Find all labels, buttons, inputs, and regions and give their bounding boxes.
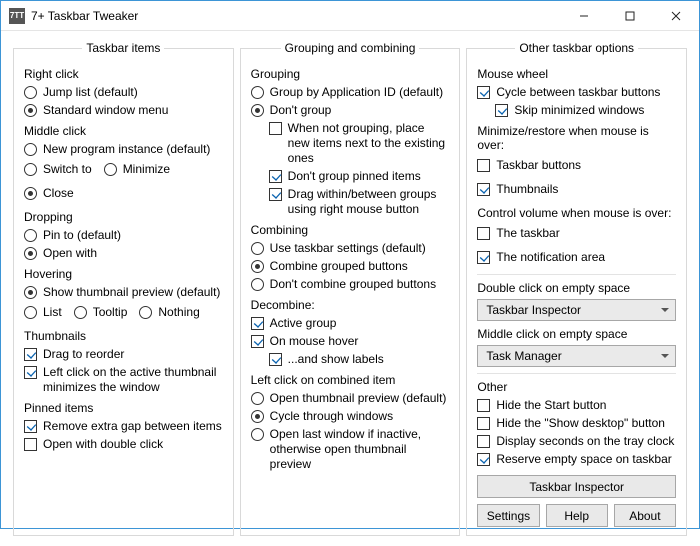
app-icon: 7TT (9, 8, 25, 24)
dropping-open-with-radio[interactable]: Open with (24, 246, 223, 261)
titlebar: 7TT 7+ Taskbar Tweaker (1, 1, 699, 31)
pinned-remove-gap-check[interactable]: Remove extra gap between items (24, 419, 223, 434)
leftclick-cycle-radio[interactable]: Cycle through windows (251, 409, 450, 424)
middle-click-value: Task Manager (486, 349, 561, 363)
window-title: 7+ Taskbar Tweaker (31, 9, 561, 23)
maximize-window-button[interactable] (607, 1, 653, 31)
other-tray-seconds-check[interactable]: Display seconds on the tray clock (477, 434, 676, 449)
thumbnails-drag-reorder-check[interactable]: Drag to reorder (24, 347, 223, 362)
grouping-dont-group-pinned-check[interactable]: Don't group pinned items (269, 169, 450, 184)
right-click-label: Right click (24, 67, 223, 81)
leftclick-combined-label: Left click on combined item (251, 373, 450, 387)
leftclick-open-thumb-radio[interactable]: Open thumbnail preview (default) (251, 391, 450, 406)
taskbar-inspector-button[interactable]: Taskbar Inspector (477, 475, 676, 498)
wheel-cycle-check[interactable]: Cycle between taskbar buttons (477, 85, 676, 100)
middle-click-new-instance-radio[interactable]: New program instance (default) (24, 142, 223, 157)
middle-click-minimize-radio[interactable]: Minimize (104, 162, 170, 177)
double-click-label: Double click on empty space (477, 281, 676, 295)
grouping-label: Grouping (251, 67, 450, 81)
volume-taskbar-check[interactable]: The taskbar (477, 226, 559, 241)
dropping-pin-to-radio[interactable]: Pin to (default) (24, 228, 223, 243)
chevron-down-icon (661, 308, 669, 312)
decombine-label: Decombine: (251, 298, 450, 312)
hovering-tooltip-radio[interactable]: Tooltip (74, 305, 128, 320)
hovering-nothing-radio[interactable]: Nothing (139, 305, 199, 320)
middle-click-switch-to-radio[interactable]: Switch to (24, 162, 92, 177)
middle-click-label: Middle click (24, 124, 223, 138)
minrestore-taskbar-buttons-check[interactable]: Taskbar buttons (477, 158, 581, 173)
grouping-drag-between-check[interactable]: Drag within/between groups using right m… (269, 187, 450, 217)
chevron-down-icon (661, 354, 669, 358)
leftclick-open-last-radio[interactable]: Open last window if inactive, otherwise … (251, 427, 450, 472)
decombine-show-labels-check[interactable]: ...and show labels (269, 352, 450, 367)
wheel-skip-min-check[interactable]: Skip minimized windows (495, 103, 676, 118)
combining-use-taskbar-radio[interactable]: Use taskbar settings (default) (251, 241, 450, 256)
grouping-dont-group-radio[interactable]: Don't group (251, 103, 450, 118)
hovering-label: Hovering (24, 267, 223, 281)
grouping-combining-legend: Grouping and combining (281, 41, 420, 55)
other-options-group: Other taskbar options Mouse wheel Cycle … (466, 41, 687, 536)
settings-button[interactable]: Settings (477, 504, 539, 527)
pinned-open-double-check[interactable]: Open with double click (24, 437, 223, 452)
other-options-legend: Other taskbar options (515, 41, 638, 55)
hovering-thumb-preview-radio[interactable]: Show thumbnail preview (default) (24, 285, 223, 300)
decombine-on-hover-check[interactable]: On mouse hover (251, 334, 450, 349)
mouse-wheel-label: Mouse wheel (477, 67, 676, 81)
grouping-place-next-check[interactable]: When not grouping, place new items next … (269, 121, 450, 166)
grouping-combining-group: Grouping and combining Grouping Group by… (240, 41, 461, 536)
other-hide-desktop-check[interactable]: Hide the "Show desktop" button (477, 416, 676, 431)
about-button[interactable]: About (614, 504, 676, 527)
middle-click-dropdown[interactable]: Task Manager (477, 345, 676, 367)
middle-click-empty-label: Middle click on empty space (477, 327, 676, 341)
volume-notification-check[interactable]: The notification area (477, 250, 605, 265)
hovering-list-radio[interactable]: List (24, 305, 62, 320)
other-reserve-space-check[interactable]: Reserve empty space on taskbar (477, 452, 676, 467)
minimize-window-button[interactable] (561, 1, 607, 31)
minimize-restore-label: Minimize/restore when mouse is over: (477, 124, 676, 152)
middle-click-close-radio[interactable]: Close (24, 186, 74, 201)
control-volume-label: Control volume when mouse is over: (477, 206, 676, 220)
double-click-dropdown[interactable]: Taskbar Inspector (477, 299, 676, 321)
help-button[interactable]: Help (546, 504, 608, 527)
app-window: 7TT 7+ Taskbar Tweaker Taskbar items Rig… (0, 0, 700, 529)
combining-dont-combine-radio[interactable]: Don't combine grouped buttons (251, 277, 450, 292)
close-window-button[interactable] (653, 1, 699, 31)
combining-label: Combining (251, 223, 450, 237)
other-hide-start-check[interactable]: Hide the Start button (477, 398, 676, 413)
double-click-value: Taskbar Inspector (486, 303, 581, 317)
right-click-jump-list-radio[interactable]: Jump list (default) (24, 85, 223, 100)
other-label: Other (477, 380, 676, 394)
dropping-label: Dropping (24, 210, 223, 224)
right-click-standard-menu-radio[interactable]: Standard window menu (24, 103, 223, 118)
thumbnails-label: Thumbnails (24, 329, 223, 343)
thumbnails-leftclick-min-check[interactable]: Left click on the active thumbnail minim… (24, 365, 223, 395)
pinned-label: Pinned items (24, 401, 223, 415)
combining-combine-grouped-radio[interactable]: Combine grouped buttons (251, 259, 450, 274)
taskbar-items-legend: Taskbar items (82, 41, 164, 55)
grouping-by-appid-radio[interactable]: Group by Application ID (default) (251, 85, 450, 100)
decombine-active-group-check[interactable]: Active group (251, 316, 450, 331)
minrestore-thumbnails-check[interactable]: Thumbnails (477, 182, 558, 197)
taskbar-items-group: Taskbar items Right click Jump list (def… (13, 41, 234, 536)
